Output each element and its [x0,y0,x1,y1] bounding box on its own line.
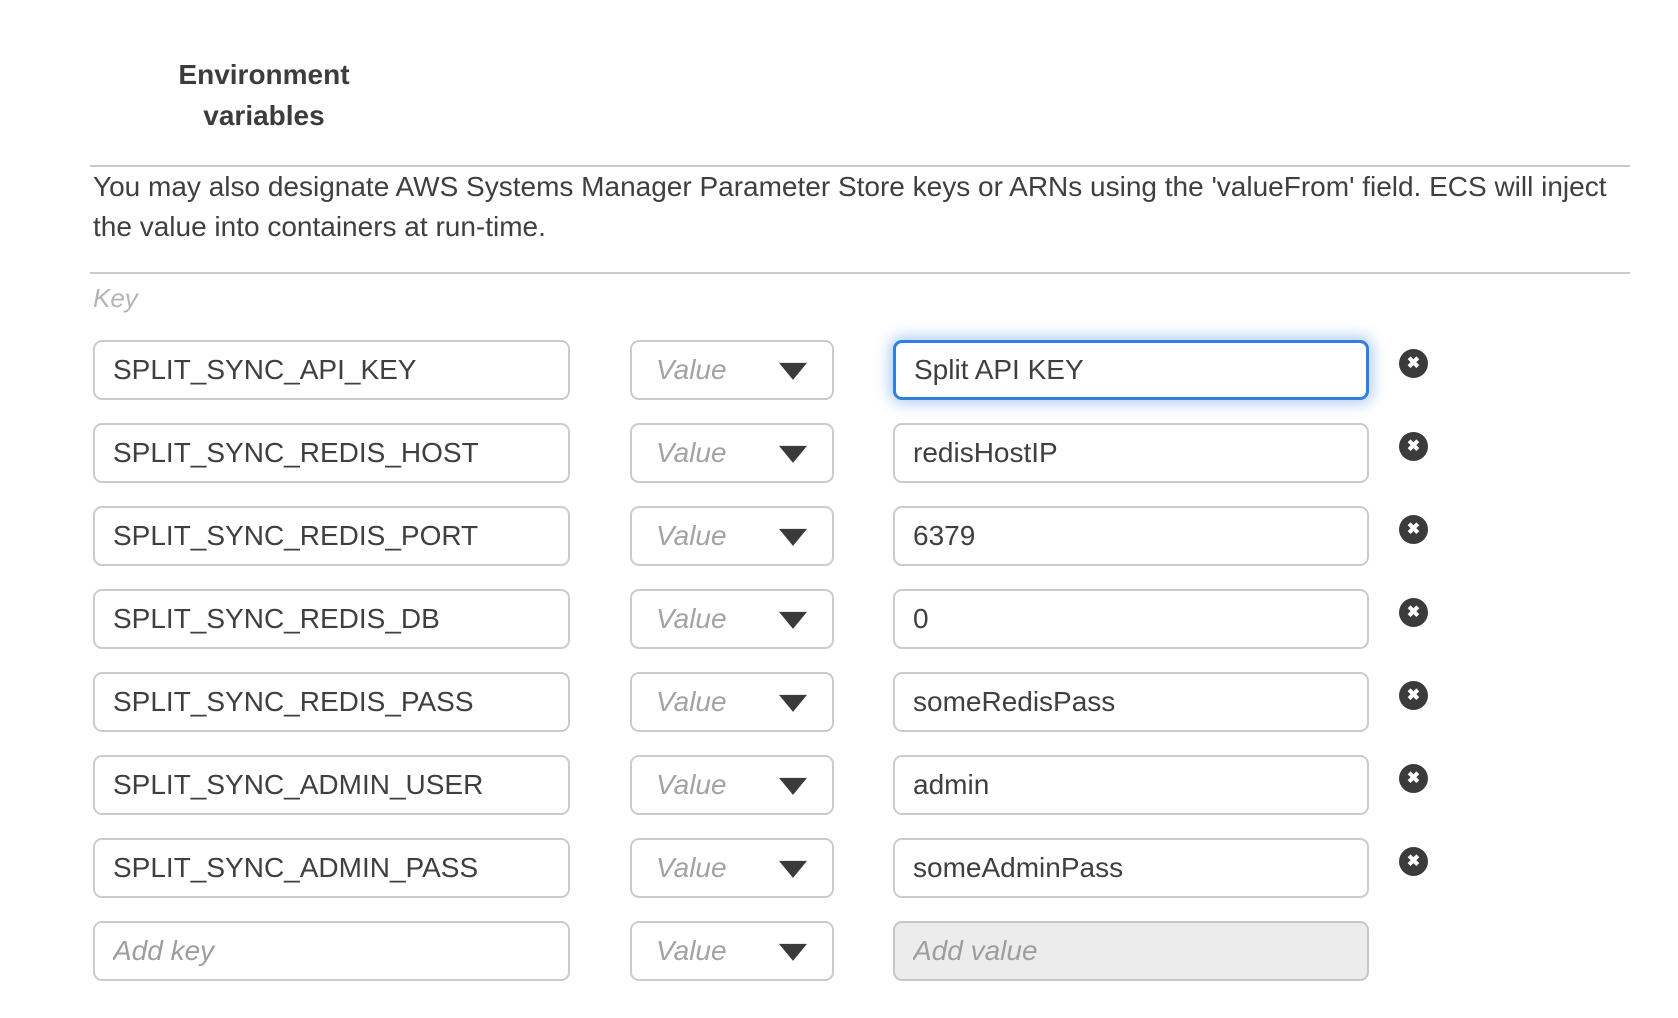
value-type-dropdown[interactable]: Value [630,672,834,732]
key-column-label: Key [93,283,138,314]
env-key-input[interactable] [93,589,570,649]
value-type-selected: Value [656,354,727,386]
value-type-selected: Value [656,852,727,884]
value-type-dropdown[interactable]: Value [630,589,834,649]
close-icon: ✖ [1399,681,1428,710]
env-var-row: Value ✖ [0,838,1678,898]
remove-row-button[interactable]: ✖ [1399,681,1428,710]
value-type-selected: Value [656,686,727,718]
remove-row-button[interactable]: ✖ [1399,432,1428,461]
close-icon: ✖ [1399,432,1428,461]
env-key-input[interactable] [93,340,570,400]
env-value-input[interactable] [893,506,1369,566]
value-type-dropdown[interactable]: Value [630,423,834,483]
value-type-dropdown[interactable]: Value [630,838,834,898]
env-var-row: Value ✖ [0,340,1678,400]
env-value-input[interactable] [893,589,1369,649]
divider-middle [90,272,1630,274]
env-key-input[interactable] [93,838,570,898]
value-type-selected: Value [656,520,727,552]
env-value-input[interactable] [893,838,1369,898]
env-key-input[interactable] [93,672,570,732]
value-type-dropdown[interactable]: Value [630,340,834,400]
remove-row-button[interactable]: ✖ [1399,349,1428,378]
env-value-input[interactable] [893,755,1369,815]
env-key-input[interactable] [93,506,570,566]
env-var-row: Value [0,921,1678,981]
environment-variables-section: Environment variables You may also desig… [0,0,1678,1018]
section-description-line1: You may also designate AWS Systems Manag… [93,167,1607,207]
env-var-row: Value ✖ [0,672,1678,732]
caret-down-icon [779,695,807,712]
value-type-selected: Value [656,935,727,967]
close-icon: ✖ [1399,598,1428,627]
env-key-input[interactable] [93,755,570,815]
value-type-dropdown[interactable]: Value [630,755,834,815]
env-var-row: Value ✖ [0,589,1678,649]
caret-down-icon [779,861,807,878]
env-key-input[interactable] [93,921,570,981]
close-icon: ✖ [1399,515,1428,544]
section-label: Environment variables [154,54,374,136]
env-value-input[interactable] [893,921,1369,981]
env-var-row: Value ✖ [0,755,1678,815]
caret-down-icon [779,944,807,961]
value-type-selected: Value [656,603,727,635]
remove-row-button[interactable]: ✖ [1399,515,1428,544]
env-var-row: Value ✖ [0,423,1678,483]
env-key-input[interactable] [93,423,570,483]
env-value-input[interactable] [893,672,1369,732]
close-icon: ✖ [1399,764,1428,793]
remove-row-button[interactable]: ✖ [1399,847,1428,876]
value-type-dropdown[interactable]: Value [630,921,834,981]
caret-down-icon [779,363,807,380]
section-description: You may also designate AWS Systems Manag… [93,167,1607,247]
value-type-dropdown[interactable]: Value [630,506,834,566]
env-value-input[interactable] [893,340,1369,400]
close-icon: ✖ [1399,349,1428,378]
env-value-input[interactable] [893,423,1369,483]
value-type-selected: Value [656,437,727,469]
close-icon: ✖ [1399,847,1428,876]
caret-down-icon [779,778,807,795]
remove-row-button[interactable]: ✖ [1399,764,1428,793]
section-description-line2: the value into containers at run-time. [93,207,1607,247]
caret-down-icon [779,446,807,463]
value-type-selected: Value [656,769,727,801]
caret-down-icon [779,612,807,629]
caret-down-icon [779,529,807,546]
remove-row-button[interactable]: ✖ [1399,598,1428,627]
env-var-row: Value ✖ [0,506,1678,566]
